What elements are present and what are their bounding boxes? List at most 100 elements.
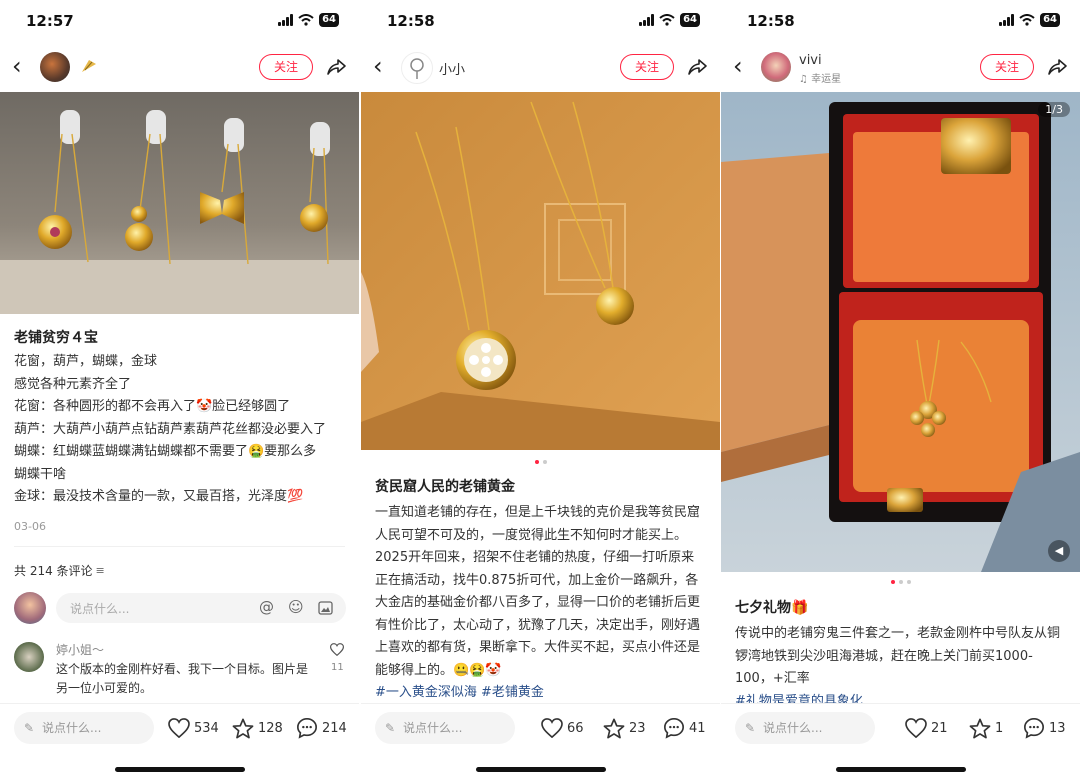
bottom-comment-input[interactable]: ✎ 说点什么... [14, 712, 154, 744]
comment-button[interactable]: 214 [296, 716, 347, 740]
heart-icon [541, 718, 563, 738]
status-bar: 12:57 64 [0, 10, 359, 34]
comments-count: 共 214 条评论 [14, 564, 93, 578]
star-icon [603, 718, 625, 738]
status-time: 12:57 [26, 12, 74, 30]
mention-icon[interactable]: @ [259, 598, 274, 616]
heart-icon [905, 718, 927, 738]
pen-icon: ✎ [385, 721, 396, 735]
collect-button[interactable]: 128 [232, 716, 283, 740]
divider [14, 546, 345, 547]
image-icon[interactable] [318, 601, 333, 615]
comment-bubble-icon [664, 718, 684, 739]
note-line: 花窗，葫芦，蝴蝶，金球 [14, 354, 158, 369]
home-indicator [476, 767, 606, 772]
wifi-icon [298, 14, 314, 26]
note-tags[interactable]: #一入黄金深似海 #老铺黄金 [375, 682, 706, 705]
like-count: 534 [194, 720, 219, 736]
collect-button[interactable]: 23 [603, 716, 646, 740]
engagement-bar: ✎ 说点什么... 21 1 13 [721, 703, 1080, 752]
star-icon [232, 718, 254, 738]
volume-icon[interactable]: ◀ [1048, 540, 1070, 562]
page-indicator: 1/3 [1038, 102, 1070, 117]
heart-icon [168, 718, 190, 738]
like-button[interactable]: 21 [905, 716, 948, 740]
emoji-icon[interactable]: ☺ [288, 598, 304, 616]
back-icon[interactable]: ‹ [12, 54, 22, 78]
status-icons: 64 [278, 13, 339, 27]
bottom-comment-placeholder: 说点什么... [42, 721, 102, 735]
share-icon[interactable] [1046, 56, 1068, 78]
note-line: 蝴蝶：红蝴蝶蓝蝴蝶满钻蝴蝶都不需要了🤮要那么多 [14, 444, 317, 459]
follow-button[interactable]: 关注 [620, 54, 674, 80]
status-bar: 12:58 64 [721, 10, 1080, 34]
comment-button[interactable]: 13 [1023, 716, 1066, 740]
comment-bubble-icon [1024, 718, 1044, 739]
necklaces-photo [361, 92, 720, 450]
collect-count: 1 [995, 720, 1004, 736]
comment-count: 214 [322, 720, 347, 736]
signal-icon [639, 14, 655, 26]
note-line: 金球：最没技术含量的一款，又最百搭，光泽度💯 [14, 489, 304, 504]
note-date: 03-06 [14, 520, 46, 533]
comments-header: 共 214 条评论 ≡ [14, 562, 105, 579]
like-count: 21 [931, 720, 948, 736]
follow-button[interactable]: 关注 [980, 54, 1034, 80]
collect-button[interactable]: 1 [969, 716, 1003, 740]
signal-icon [278, 14, 294, 26]
follow-button[interactable]: 关注 [259, 54, 313, 80]
sort-icon[interactable]: ≡ [96, 564, 105, 577]
share-icon[interactable] [686, 56, 708, 78]
status-time: 12:58 [747, 12, 795, 30]
comment-avatar-self [14, 592, 46, 624]
username[interactable]: vivi [799, 53, 822, 68]
like-button[interactable]: 66 [541, 716, 584, 740]
comment-avatar[interactable] [14, 642, 44, 672]
avatar[interactable] [401, 52, 433, 84]
status-bar: 12:58 64 [361, 10, 720, 34]
back-icon[interactable]: ‹ [733, 54, 743, 78]
note-line: 蝴蝶干啥 [14, 466, 67, 482]
engagement-bar: ✎ 说点什么... 534 128 214 [0, 703, 359, 752]
note-title: 贫民窟人民的老铺黄金 [375, 479, 515, 495]
gift-box-photo [721, 92, 1080, 572]
note-line: 花窗：各种圆形的都不会再入了🤡脸已经够圆了 [14, 399, 291, 414]
signal-icon [999, 14, 1015, 26]
status-icons: 64 [999, 13, 1060, 27]
battery-icon: 64 [1040, 13, 1060, 27]
home-indicator [836, 767, 966, 772]
note-title: 老铺贫穷４宝 [14, 330, 98, 346]
comment-username[interactable]: 婷小姐～ [56, 641, 104, 658]
avatar[interactable] [40, 52, 70, 82]
comment-text: 这个版本的金刚杵好看、我下一个目标。图片是另一位小可爱的。 [56, 662, 309, 695]
comment-count: 41 [689, 720, 706, 736]
note-photo[interactable] [0, 92, 359, 314]
comment-button[interactable]: 41 [663, 716, 706, 740]
share-icon[interactable] [325, 56, 347, 78]
comment-like-count: 11 [331, 662, 344, 673]
pendants-photo [0, 92, 359, 314]
note-header: ‹ vivi ♫ 幸运星 关注 [721, 48, 1080, 86]
collect-count: 23 [629, 720, 646, 736]
note-panel-3: 12:58 64 ‹ vivi ♫ 幸运星 关注 1/3 ◀ 七夕礼物🎁 传说中… [721, 0, 1080, 779]
comment-input[interactable]: 说点什么... @ ☺ [56, 593, 346, 623]
bottom-comment-placeholder: 说点什么... [763, 721, 823, 735]
note-photo[interactable] [361, 92, 720, 450]
like-count: 66 [567, 720, 584, 736]
avatar[interactable] [761, 52, 791, 82]
bottom-comment-input[interactable]: ✎ 说点什么... [735, 712, 875, 744]
battery-icon: 64 [680, 13, 700, 27]
screenshot-collage: 12:57 64 ‹ 关注 老铺贫穷４宝 花窗，葫芦，蝴蝶，金球 感觉各种元素齐… [0, 0, 1080, 779]
note-text: 传说中的老铺穷鬼三件套之一，老款金刚杵中号队友从铜锣湾地铁到尖沙咀海港城，赶在晚… [735, 626, 1061, 686]
username[interactable]: 小小 [439, 59, 465, 78]
comment-count: 13 [1049, 720, 1066, 736]
bottom-comment-input[interactable]: ✎ 说点什么... [375, 712, 515, 744]
note-line: 葫芦：大葫芦小葫芦点钻葫芦素葫芦花丝都没必要入了 [14, 421, 327, 437]
like-button[interactable]: 534 [168, 716, 219, 740]
back-icon[interactable]: ‹ [373, 54, 383, 78]
avatar-lollipop-icon [410, 58, 424, 79]
note-photo[interactable]: 1/3 ◀ [721, 92, 1080, 572]
note-text: 一直知道老铺的存在，但是上千块钱的克价是我等贫民窟人民可望不可及的，一度觉得此生… [375, 505, 701, 678]
pen-icon: ✎ [24, 721, 35, 735]
comment-like-icon[interactable] [330, 643, 344, 656]
